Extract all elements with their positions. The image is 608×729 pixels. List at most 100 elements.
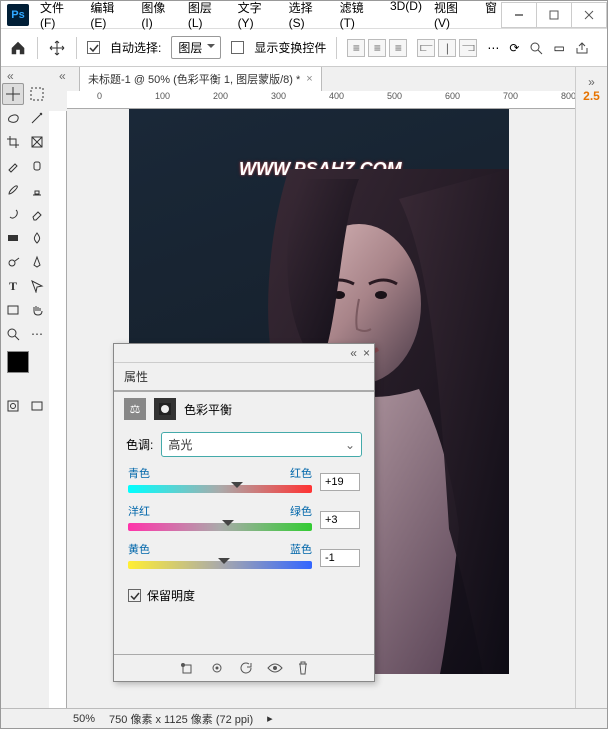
zoom-level[interactable]: 50% bbox=[73, 713, 95, 725]
blur-tool[interactable] bbox=[26, 227, 48, 249]
ruler-tick: 200 bbox=[213, 91, 228, 101]
clip-icon[interactable] bbox=[179, 661, 195, 675]
history-brush-tool[interactable] bbox=[2, 203, 24, 225]
panel-collapse-icon[interactable]: « bbox=[350, 346, 357, 360]
shape-tool[interactable] bbox=[2, 299, 24, 321]
healing-tool[interactable] bbox=[26, 155, 48, 177]
menu-file[interactable]: 文件(F) bbox=[35, 0, 83, 34]
quickmask-tool[interactable] bbox=[2, 395, 24, 417]
more-icon[interactable]: ⋯ bbox=[487, 41, 499, 55]
color-balance-slider[interactable] bbox=[128, 561, 312, 571]
color-balance-slider[interactable] bbox=[128, 523, 312, 533]
visibility-icon[interactable] bbox=[267, 661, 283, 675]
pen-tool[interactable] bbox=[26, 251, 48, 273]
slider-value-input[interactable] bbox=[320, 549, 360, 567]
align-1-icon[interactable]: ≡ bbox=[347, 39, 365, 57]
view-previous-icon[interactable] bbox=[209, 661, 225, 675]
tone-label: 色调: bbox=[126, 436, 153, 453]
foreground-color-swatch[interactable] bbox=[7, 351, 29, 373]
dodge-tool[interactable] bbox=[2, 251, 24, 273]
slider-right-label: 蓝色 bbox=[290, 541, 312, 557]
marquee-tool[interactable] bbox=[26, 83, 48, 105]
slider-left-label: 洋红 bbox=[128, 503, 150, 519]
gradient-tool[interactable] bbox=[2, 227, 24, 249]
window-controls bbox=[502, 2, 607, 28]
auto-select-target[interactable]: 图层 bbox=[171, 36, 221, 59]
eraser-tool[interactable] bbox=[26, 203, 48, 225]
stamp-tool[interactable] bbox=[26, 179, 48, 201]
ruler-tick: 700 bbox=[503, 91, 518, 101]
dock-collapse-icon[interactable]: « bbox=[53, 69, 575, 83]
auto-select-checkbox[interactable] bbox=[87, 41, 100, 54]
tone-dropdown[interactable]: 高光 bbox=[161, 432, 362, 457]
auto-select-label: 自动选择: bbox=[110, 39, 161, 56]
eyedropper-tool[interactable] bbox=[2, 155, 24, 177]
type-tool[interactable]: T bbox=[2, 275, 24, 297]
preserve-luminosity-checkbox[interactable] bbox=[128, 589, 141, 602]
align-group-1: ≡ ≡ ≡ bbox=[347, 39, 407, 57]
ruler-tick: 300 bbox=[271, 91, 286, 101]
version-label: 2.5 bbox=[576, 89, 607, 103]
toolbox-collapse-icon[interactable]: « bbox=[1, 69, 49, 83]
arrange-icon[interactable]: ▭ bbox=[553, 41, 564, 55]
wand-tool[interactable] bbox=[26, 107, 48, 129]
menu-filter[interactable]: 滤镜(T) bbox=[335, 0, 383, 34]
show-transform-checkbox[interactable] bbox=[231, 41, 244, 54]
right-panel: » 2.5 bbox=[575, 67, 607, 708]
app-logo-icon: Ps bbox=[7, 4, 29, 26]
color-balance-slider[interactable] bbox=[128, 485, 312, 495]
minimize-button[interactable] bbox=[501, 2, 537, 28]
align-6-icon[interactable]: ⫎ bbox=[459, 39, 477, 57]
layer-mask-icon[interactable] bbox=[154, 398, 176, 420]
home-icon[interactable] bbox=[9, 39, 27, 57]
hand-tool[interactable] bbox=[26, 299, 48, 321]
align-4-icon[interactable]: ⫍ bbox=[417, 39, 435, 57]
slider-value-input[interactable] bbox=[320, 473, 360, 491]
doc-info-chevron-icon[interactable]: ▸ bbox=[267, 712, 273, 725]
menu-select[interactable]: 选择(S) bbox=[284, 0, 333, 34]
align-5-icon[interactable]: | bbox=[438, 39, 456, 57]
search-icon[interactable] bbox=[529, 41, 543, 55]
delete-icon[interactable] bbox=[297, 661, 309, 675]
doc-info[interactable]: 750 像素 x 1125 像素 (72 ppi) bbox=[109, 711, 253, 727]
right-collapse-icon[interactable]: » bbox=[576, 75, 607, 89]
show-transform-label: 显示变换控件 bbox=[254, 39, 326, 56]
menu-edit[interactable]: 编辑(E) bbox=[85, 0, 134, 34]
title-bar: Ps 文件(F) 编辑(E) 图像(I) 图层(L) 文字(Y) 选择(S) 滤… bbox=[1, 1, 607, 29]
menu-3d[interactable]: 3D(D) bbox=[385, 0, 427, 34]
menu-view[interactable]: 视图(V) bbox=[429, 0, 478, 34]
frame-tool[interactable] bbox=[26, 131, 48, 153]
close-button[interactable] bbox=[571, 2, 607, 28]
move-tool[interactable] bbox=[2, 83, 24, 105]
panel-subtitle: 色彩平衡 bbox=[184, 401, 232, 418]
menu-window[interactable]: 窗 bbox=[480, 0, 502, 34]
move-tool-icon[interactable] bbox=[48, 39, 66, 57]
brush-tool[interactable] bbox=[2, 179, 24, 201]
edit-toolbar[interactable]: ⋯ bbox=[26, 323, 48, 345]
ruler-horizontal[interactable]: 0100200300400500600700800 bbox=[67, 91, 575, 109]
maximize-button[interactable] bbox=[536, 2, 572, 28]
menu-type[interactable]: 文字(Y) bbox=[233, 0, 282, 34]
slider-right-label: 绿色 bbox=[290, 503, 312, 519]
ruler-tick: 500 bbox=[387, 91, 402, 101]
share-icon[interactable] bbox=[575, 41, 589, 55]
path-tool[interactable] bbox=[26, 275, 48, 297]
ruler-tick: 100 bbox=[155, 91, 170, 101]
menu-image[interactable]: 图像(I) bbox=[136, 0, 180, 34]
crop-tool[interactable] bbox=[2, 131, 24, 153]
slider-value-input[interactable] bbox=[320, 511, 360, 529]
panel-tab-properties[interactable]: 属性 bbox=[114, 363, 374, 391]
reset-icon[interactable] bbox=[239, 661, 253, 675]
ruler-vertical[interactable] bbox=[49, 111, 67, 708]
zoom-tool[interactable] bbox=[2, 323, 24, 345]
align-2-icon[interactable]: ≡ bbox=[368, 39, 386, 57]
align-group-2: ⫍ | ⫎ bbox=[417, 39, 477, 57]
slider-right-label: 红色 bbox=[290, 465, 312, 481]
menu-layer[interactable]: 图层(L) bbox=[183, 0, 231, 34]
color-swatches[interactable] bbox=[5, 351, 45, 391]
panel-close-icon[interactable]: × bbox=[363, 346, 370, 360]
align-3-icon[interactable]: ≡ bbox=[389, 39, 407, 57]
lasso-tool[interactable] bbox=[2, 107, 24, 129]
screen-mode-tool[interactable] bbox=[26, 395, 48, 417]
3d-mode-icon[interactable]: ⟳ bbox=[509, 41, 519, 55]
